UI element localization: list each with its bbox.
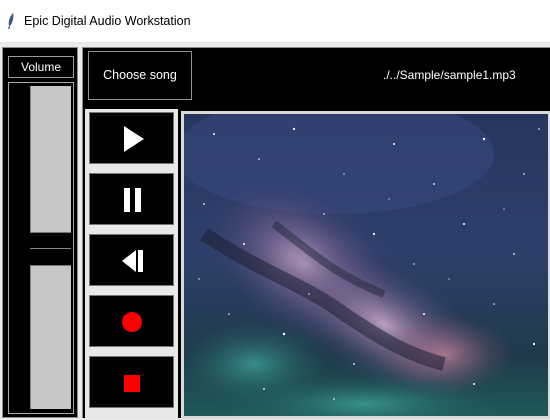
- main-area: Volume Choose song ./../Sample/sample1.m…: [0, 43, 550, 420]
- stop-button[interactable]: [89, 356, 174, 408]
- record-icon: [122, 312, 142, 332]
- play-button[interactable]: [89, 112, 174, 164]
- stop-icon: [124, 375, 140, 392]
- feather-icon: [8, 13, 14, 29]
- volume-slider[interactable]: [8, 82, 74, 414]
- volume-slider-handle[interactable]: [30, 232, 71, 266]
- skip-back-icon: [122, 250, 143, 272]
- transport-controls: [85, 109, 178, 419]
- window-title: Epic Digital Audio Workstation: [24, 14, 191, 28]
- pause-button[interactable]: [89, 173, 174, 225]
- title-bar: Epic Digital Audio Workstation: [0, 0, 550, 43]
- volume-label: Volume: [8, 56, 74, 78]
- previous-button[interactable]: [89, 234, 174, 286]
- pause-icon: [124, 188, 141, 212]
- choose-song-button[interactable]: Choose song: [88, 51, 192, 100]
- volume-panel: Volume: [2, 47, 78, 418]
- file-path-label: ./../Sample/sample1.mp3: [383, 68, 516, 82]
- record-button[interactable]: [89, 295, 174, 347]
- album-art-image: [181, 111, 550, 419]
- play-icon: [124, 126, 144, 152]
- player-panel: Choose song ./../Sample/sample1.mp3: [82, 47, 550, 419]
- galaxy-image: [184, 114, 548, 416]
